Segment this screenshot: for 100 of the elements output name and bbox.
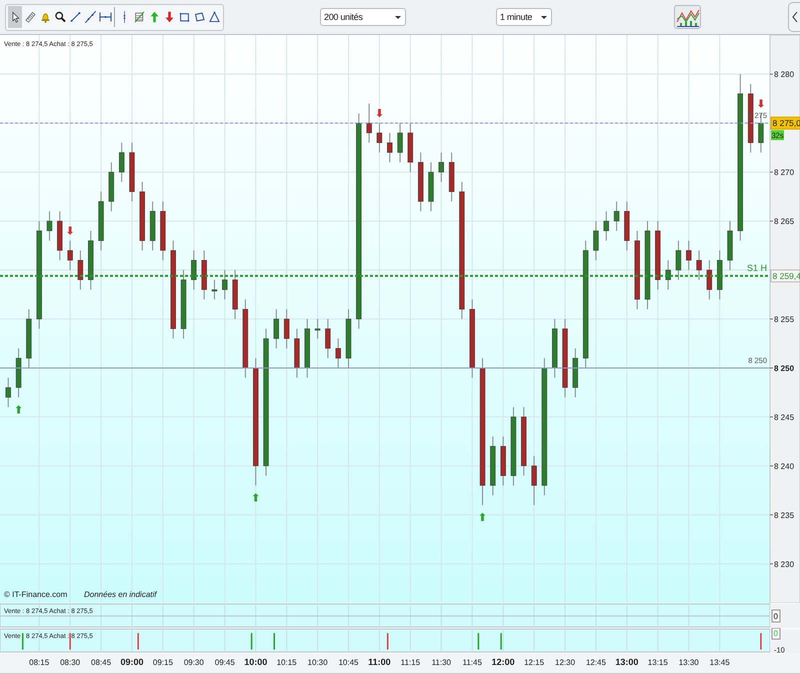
triangle-icon: [208, 9, 220, 25]
scale-tag: 0: [772, 628, 780, 640]
candle: [57, 210, 62, 261]
candle: [314, 318, 320, 340]
axis-label: 10:30: [308, 658, 328, 667]
axis-label: 08:30: [60, 658, 80, 667]
axis-label: 12:15: [524, 658, 544, 667]
candle: [428, 162, 434, 212]
candle: [655, 220, 661, 290]
search-icon: [54, 9, 66, 25]
axis-label: 8 280: [774, 70, 794, 80]
candle: [376, 122, 382, 154]
chart-style-button[interactable]: [674, 5, 701, 29]
scale-tag: 0: [772, 610, 780, 622]
disclaimer-text: Données en indicatif: [84, 590, 156, 599]
down-arrow-icon: [162, 9, 176, 25]
candle: [294, 328, 300, 378]
axis-label: 8 235: [774, 510, 794, 520]
candle: [346, 308, 352, 368]
candle: [67, 240, 73, 271]
candle: [325, 318, 331, 359]
candle: [26, 308, 32, 368]
axis-label: 10:15: [276, 658, 297, 667]
candle: [160, 200, 166, 261]
axis-label: 8 230: [774, 560, 794, 569]
candle: [572, 348, 578, 398]
y-tick-label: 0: [774, 629, 778, 638]
signal-arrow: ⬆: [251, 491, 260, 504]
candle: [150, 200, 156, 251]
signal-arrow: ⬇: [66, 224, 75, 238]
pointer-tool[interactable]: [8, 6, 22, 28]
candle: [98, 191, 104, 251]
axis-label: 13:00: [615, 657, 638, 667]
axis-label: 12:45: [586, 658, 606, 667]
dropdown[interactable]: 200 unités: [320, 8, 406, 26]
axis-label: 8 240: [774, 462, 794, 471]
segment-icon: [68, 9, 82, 25]
candle: [552, 318, 558, 378]
axis-label: 11:45: [462, 658, 482, 667]
candle: [521, 406, 526, 476]
candle: [366, 103, 372, 144]
candle: [397, 122, 403, 163]
candle: [438, 152, 444, 182]
collapse-icon: [792, 10, 798, 24]
axis-label: 12:00: [492, 657, 515, 667]
axis-label: 8 250: [774, 364, 794, 373]
candle: [593, 220, 599, 261]
candle: [46, 210, 52, 242]
axis-label: 8 270: [774, 168, 794, 178]
candle: [304, 318, 310, 378]
candle: [212, 279, 218, 300]
axis-label: 11:15: [400, 658, 420, 667]
candle: [418, 152, 424, 212]
axis-label: 09:45: [214, 658, 235, 667]
ruler-icon: [24, 9, 36, 25]
signal-arrow: ⬇: [756, 97, 766, 110]
candle: [201, 250, 207, 300]
copyright-text: © IT-Finance.com: [4, 590, 68, 599]
candle: [16, 348, 22, 398]
candle: [180, 270, 186, 340]
candle: [686, 240, 692, 271]
signal-arrow: ⬆: [478, 511, 488, 524]
candle: [676, 240, 682, 280]
candle: [490, 436, 496, 496]
axis-label: 11:00: [368, 657, 391, 667]
candle: [6, 377, 11, 408]
axis-label: 8 255: [774, 315, 794, 324]
candle: [336, 338, 341, 368]
caret-icon: [540, 14, 548, 20]
side-panel-button[interactable]: [788, 2, 800, 32]
caret-icon: [394, 14, 402, 20]
candle: [614, 200, 620, 232]
candle: [531, 456, 537, 506]
candle: [88, 230, 94, 290]
axis-label: 13:30: [678, 658, 699, 667]
candle: [387, 132, 392, 163]
candle: [448, 152, 454, 202]
candle: [274, 308, 280, 349]
axis-label: 09:15: [152, 658, 173, 667]
dropdown[interactable]: 1 minute: [496, 8, 552, 26]
axis-label: 10:00: [244, 657, 268, 667]
candle: [716, 250, 722, 300]
candle: [408, 122, 414, 173]
candle: [78, 250, 84, 290]
candle: [500, 436, 506, 486]
line-label: S1 H: [746, 262, 767, 273]
axis-label: 8 245: [774, 412, 794, 422]
chart-style-icon: [676, 7, 700, 27]
signal-arrow: ⬆: [14, 403, 24, 416]
candle: [706, 260, 712, 300]
candle: [665, 260, 671, 290]
candle: [232, 270, 238, 320]
axis-label: 09:30: [184, 658, 204, 667]
axis-label: 10:45: [338, 658, 359, 667]
line-icon: [84, 9, 96, 25]
axis-label: 8 265: [774, 217, 794, 226]
candle: [222, 270, 228, 300]
candle: [118, 142, 124, 182]
candle: [624, 200, 630, 251]
candle: [284, 308, 290, 349]
